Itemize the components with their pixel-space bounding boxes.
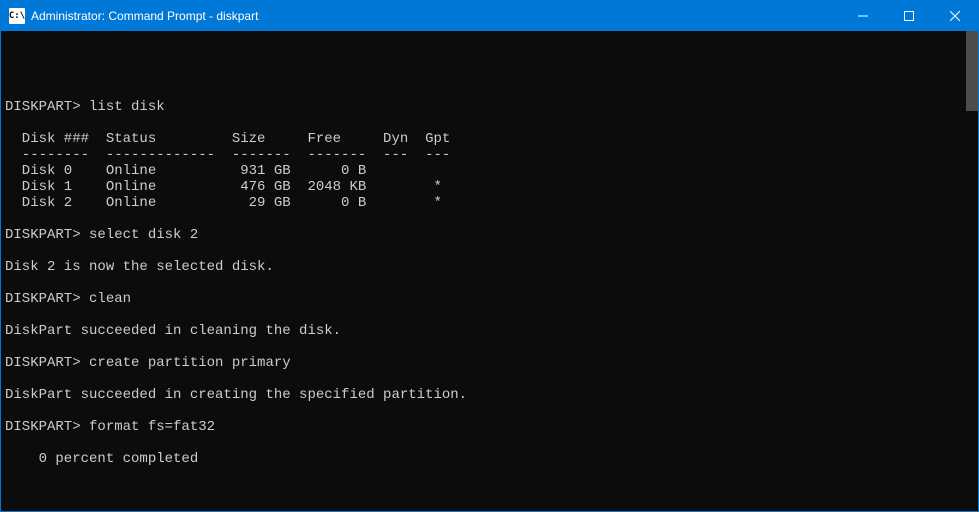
terminal-line: Disk 0 Online 931 GB 0 B (5, 163, 974, 179)
terminal-area[interactable]: DISKPART> list disk Disk ### Status Size… (1, 31, 978, 511)
terminal-line (5, 371, 974, 387)
terminal-line (5, 211, 974, 227)
titlebar[interactable]: C:\ Administrator: Command Prompt - disk… (1, 1, 978, 31)
maximize-icon (904, 11, 914, 21)
terminal-line (5, 83, 974, 99)
terminal-line (5, 243, 974, 259)
terminal-line: DiskPart succeeded in creating the speci… (5, 387, 974, 403)
terminal-line (5, 115, 974, 131)
close-button[interactable] (932, 1, 978, 31)
window-title: Administrator: Command Prompt - diskpart (31, 9, 840, 23)
minimize-icon (858, 11, 868, 21)
window-controls (840, 1, 978, 31)
terminal-line: -------- ------------- ------- ------- -… (5, 147, 974, 163)
maximize-button[interactable] (886, 1, 932, 31)
terminal-line: DISKPART> create partition primary (5, 355, 974, 371)
terminal-line: DISKPART> list disk (5, 99, 974, 115)
terminal-line: Disk 2 is now the selected disk. (5, 259, 974, 275)
terminal-line: DISKPART> format fs=fat32 (5, 419, 974, 435)
cmd-icon: C:\ (9, 8, 25, 24)
terminal-line: Disk 2 Online 29 GB 0 B * (5, 195, 974, 211)
terminal-line (5, 307, 974, 323)
terminal-line: DiskPart succeeded in cleaning the disk. (5, 323, 974, 339)
terminal-line (5, 403, 974, 419)
minimize-button[interactable] (840, 1, 886, 31)
terminal-line (5, 275, 974, 291)
close-icon (950, 11, 960, 21)
terminal-line: Disk 1 Online 476 GB 2048 KB * (5, 179, 974, 195)
terminal-line: DISKPART> clean (5, 291, 974, 307)
terminal-line: Disk ### Status Size Free Dyn Gpt (5, 131, 974, 147)
scrollbar-thumb[interactable] (966, 31, 978, 111)
terminal-output: DISKPART> list disk Disk ### Status Size… (5, 83, 974, 467)
terminal-line: 0 percent completed (5, 451, 974, 467)
terminal-line (5, 339, 974, 355)
terminal-line: DISKPART> select disk 2 (5, 227, 974, 243)
app-window: C:\ Administrator: Command Prompt - disk… (0, 0, 979, 512)
terminal-line (5, 435, 974, 451)
